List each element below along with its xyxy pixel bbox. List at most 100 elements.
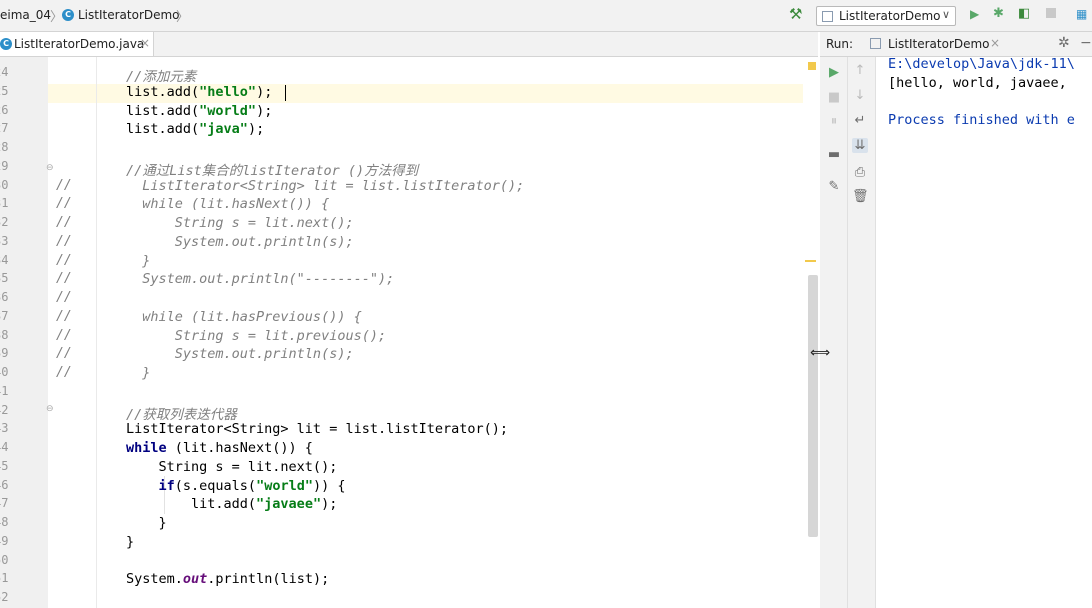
trash-icon[interactable]: 🗑: [852, 189, 869, 204]
code-line[interactable]: //获取列表迭代器: [126, 403, 237, 423]
code-line[interactable]: }: [126, 534, 134, 550]
console-output[interactable]: [876, 57, 1092, 608]
line-comment-marker: //: [56, 290, 72, 305]
line-number: 29: [0, 159, 8, 173]
line-comment-marker: //: [56, 196, 72, 212]
code-line[interactable]: }: [126, 515, 167, 531]
line-number: 25: [0, 84, 8, 98]
code-line[interactable]: System.out.println(list);: [126, 571, 329, 587]
fold-icon[interactable]: ⊖: [46, 163, 54, 173]
editor-scrollbar-thumb[interactable]: [808, 275, 818, 537]
debug-icon[interactable]: ✱: [993, 6, 1004, 21]
line-number: 45: [0, 459, 8, 473]
line-number: 41: [0, 384, 8, 398]
line-number: 46: [0, 478, 8, 492]
code-line[interactable]: list.add("hello");: [126, 84, 272, 100]
run-toolbar-secondary: ↑ ↓ ↵ ⇊ ⎙ 🗑: [848, 57, 876, 608]
line-comment-marker: //: [56, 177, 72, 193]
line-number: 52: [0, 590, 8, 604]
line-number: 36: [0, 290, 8, 304]
breadcrumb-file[interactable]: ListIteratorDemo: [78, 8, 180, 22]
console-line: E:\develop\Java\jdk-11\: [888, 56, 1075, 72]
code-line[interactable]: ListIterator<String> lit = list.listIter…: [126, 178, 524, 194]
run-icon[interactable]: ▶: [970, 7, 979, 21]
code-line[interactable]: ListIterator<String> lit = list.listIter…: [126, 421, 508, 437]
stop-icon[interactable]: ■: [826, 90, 842, 105]
line-number: 48: [0, 515, 8, 529]
line-number: 37: [0, 309, 8, 323]
tab-label: ListIteratorDemo.java: [14, 37, 145, 51]
close-icon[interactable]: ×: [140, 36, 150, 50]
resize-cursor-icon: ⟺: [810, 345, 831, 361]
line-number: 27: [0, 121, 8, 135]
run-configuration-select[interactable]: ListIteratorDemo ∨: [816, 6, 956, 26]
print-icon[interactable]: ⎙: [852, 165, 868, 180]
line-comment-marker: //: [56, 365, 72, 380]
rerun-icon[interactable]: ▶: [826, 65, 842, 80]
code-line[interactable]: String s = lit.next();: [126, 459, 338, 475]
soft-wrap-icon[interactable]: ↵: [852, 113, 868, 128]
gear-icon[interactable]: ✲: [1058, 35, 1070, 51]
indent-guide: [96, 57, 97, 608]
line-number: 31: [0, 196, 8, 210]
down-arrow-icon[interactable]: ↓: [852, 88, 868, 103]
line-comment-marker: //: [56, 215, 72, 230]
build-hammer-icon[interactable]: ⚒: [789, 5, 802, 23]
code-line[interactable]: while (lit.hasPrevious()) {: [126, 309, 361, 325]
tab-listiteratordemo[interactable]: C ListIteratorDemo.java ×: [0, 32, 154, 56]
fold-icon[interactable]: ⊖: [46, 404, 54, 414]
code-line[interactable]: list.add("java");: [126, 121, 264, 137]
code-line[interactable]: }: [126, 365, 150, 381]
line-number: 38: [0, 328, 8, 342]
chevron-right-icon: 〉: [176, 10, 190, 25]
line-comment-marker: //: [56, 271, 72, 287]
chevron-down-icon: ∨: [941, 8, 950, 21]
line-comment-marker: //: [56, 346, 72, 362]
breadcrumb-project[interactable]: eima_04: [0, 8, 51, 22]
scroll-to-end-icon[interactable]: ⇊: [852, 138, 868, 153]
text-caret: [285, 85, 286, 101]
code-line[interactable]: while (lit.hasNext()) {: [126, 196, 329, 212]
pause-icon[interactable]: ⏸: [826, 114, 842, 129]
line-number: 43: [0, 421, 8, 435]
code-line[interactable]: list.add("world");: [126, 103, 272, 119]
navigation-bar: eima_04 〉 C ListIteratorDemo 〉 ⚒ ListIte…: [0, 0, 1092, 32]
code-line[interactable]: String s = lit.previous();: [126, 328, 386, 344]
line-number: 30: [0, 178, 8, 192]
code-line[interactable]: if(s.equals("world")) {: [126, 478, 346, 494]
code-line[interactable]: //添加元素: [126, 65, 196, 85]
pin-icon[interactable]: ✎: [826, 179, 842, 194]
warning-stripe-mark[interactable]: [805, 260, 816, 262]
code-line[interactable]: System.out.println(s);: [126, 346, 354, 362]
run-toolbar: ▶ ■ ⏸ ▬ ✎: [820, 57, 848, 608]
line-comment-marker: //: [56, 308, 72, 324]
line-number: 44: [0, 440, 8, 454]
code-line[interactable]: while (lit.hasNext()) {: [126, 440, 313, 456]
line-number: 34: [0, 253, 8, 267]
console-line: [hello, world, javaee,: [888, 74, 1067, 91]
close-icon[interactable]: ×: [990, 36, 1000, 50]
up-arrow-icon[interactable]: ↑: [852, 63, 868, 78]
code-line[interactable]: //通过List集合的listIterator ()方法得到: [126, 159, 418, 179]
line-number: 42: [0, 403, 8, 417]
code-line[interactable]: lit.add("javaee");: [126, 496, 337, 512]
layout-icon[interactable]: ▬: [826, 147, 842, 162]
code-line[interactable]: }: [126, 253, 150, 269]
config-icon: [822, 11, 833, 22]
line-comment-marker: //: [56, 327, 72, 343]
run-tool-window-header: Run: ListIteratorDemo × ✲ −: [820, 32, 1092, 57]
code-line[interactable]: String s = lit.next();: [126, 215, 354, 231]
line-number: 47: [0, 496, 8, 510]
project-structure-icon[interactable]: ▦: [1076, 7, 1087, 21]
code-line[interactable]: System.out.println("--------");: [126, 271, 394, 287]
warning-marker[interactable]: [808, 62, 816, 70]
minimize-icon[interactable]: −: [1080, 35, 1092, 51]
coverage-icon[interactable]: ◧: [1018, 6, 1030, 21]
stop-icon[interactable]: [1046, 8, 1056, 18]
run-tab-label[interactable]: ListIteratorDemo: [888, 37, 990, 51]
code-line[interactable]: System.out.println(s);: [126, 234, 354, 250]
line-number: 28: [0, 140, 8, 154]
line-number: 24: [0, 65, 8, 79]
line-number: 50: [0, 553, 8, 567]
config-icon: [870, 38, 881, 49]
